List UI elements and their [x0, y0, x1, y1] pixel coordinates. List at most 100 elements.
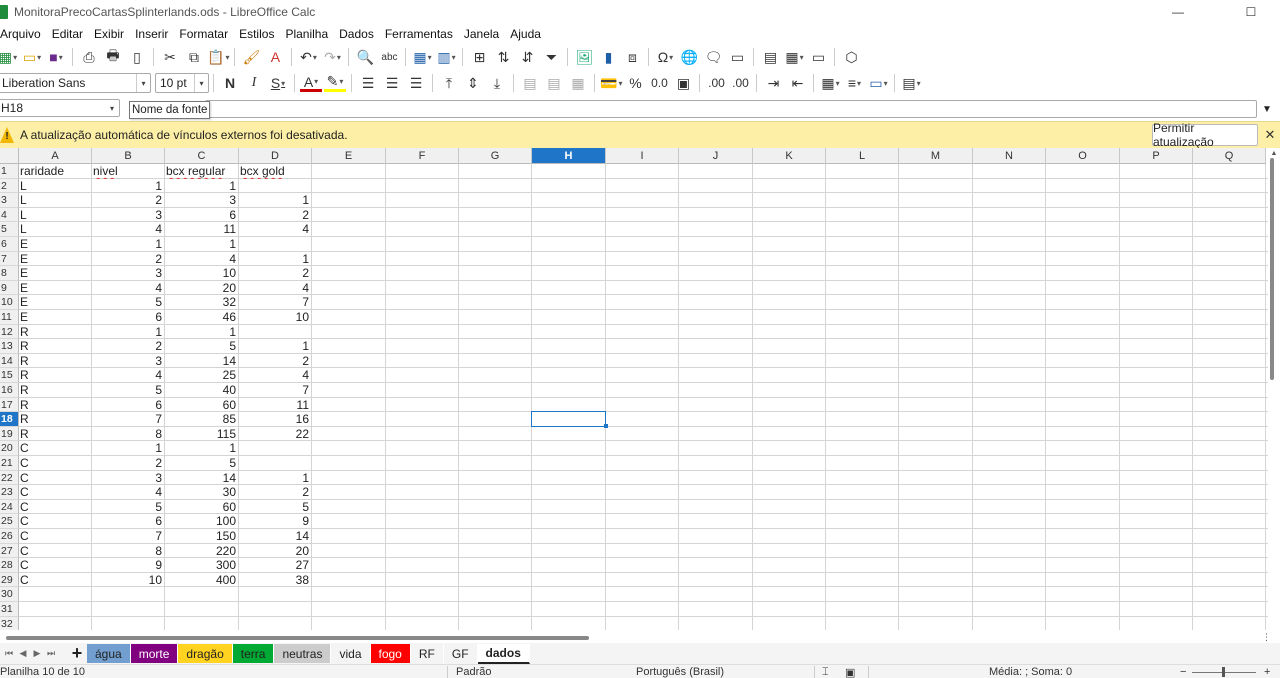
sort-ascending-icon[interactable]: ⇅ [492, 46, 514, 68]
table-cell[interactable]: 85 [165, 412, 238, 427]
table-cell[interactable]: 9 [239, 514, 311, 529]
first-sheet-icon[interactable]: ⏮ [3, 646, 15, 662]
table-cell[interactable]: 4 [165, 252, 238, 267]
table-cell[interactable]: 4 [92, 485, 164, 500]
row-header[interactable]: 26 [0, 529, 19, 544]
column-header-f[interactable]: F [386, 148, 459, 164]
table-cell[interactable]: L [19, 179, 91, 194]
sheet-tab-5[interactable]: neutras [274, 644, 332, 663]
sheet-tab-10[interactable]: dados [477, 643, 530, 664]
table-cell[interactable]: 30 [165, 485, 238, 500]
table-cell[interactable]: L [19, 222, 91, 237]
table-cell[interactable]: 22 [239, 427, 311, 442]
sheet-tab-2[interactable]: morte [130, 644, 179, 663]
table-cell[interactable]: 5 [165, 456, 238, 471]
add-sheet-icon[interactable]: + [67, 643, 87, 663]
row-header[interactable]: 24 [0, 499, 19, 515]
table-cell[interactable]: C [19, 558, 91, 573]
last-sheet-icon[interactable]: ⏭ [45, 646, 57, 662]
table-cell[interactable]: 1 [165, 237, 238, 252]
table-cell[interactable]: 1 [92, 179, 164, 194]
sheet-tab-3[interactable]: dragão [178, 644, 233, 663]
menu-janela[interactable]: Janela [458, 27, 504, 41]
table-cell[interactable]: 115 [165, 427, 238, 442]
clone-formatting-icon[interactable]: 🖌 [240, 46, 262, 68]
shadow-button[interactable]: S ▾ [267, 72, 289, 94]
table-cell[interactable]: 20 [165, 281, 238, 296]
align-left-icon[interactable]: ☰ [357, 72, 379, 94]
table-cell[interactable]: 10 [92, 573, 164, 588]
row-header[interactable]: 19 [0, 426, 19, 442]
insert-image-icon[interactable]: 🖼 [573, 46, 595, 68]
cut-icon[interactable]: ✂ [159, 46, 181, 68]
table-cell[interactable]: 14 [239, 529, 311, 544]
table-cell[interactable]: 6 [92, 310, 164, 325]
border-color-icon[interactable]: ▭ ▾ [867, 72, 889, 94]
table-cell[interactable]: 1 [165, 325, 238, 340]
export-pdf-icon[interactable]: ⎙ [78, 46, 100, 68]
table-cell[interactable] [239, 456, 311, 471]
table-cell[interactable]: C [19, 573, 91, 588]
row-header[interactable]: 13 [0, 339, 19, 354]
wrap-text-icon[interactable]: ▤ [519, 72, 541, 94]
previous-sheet-icon[interactable]: ◀ [17, 646, 29, 662]
column-icon[interactable]: ▥ ▾ [435, 46, 457, 68]
menu-inserir[interactable]: Inserir [129, 27, 173, 41]
table-cell[interactable]: 9 [92, 558, 164, 573]
special-character-icon[interactable]: Ω ▾ [654, 46, 676, 68]
table-cell[interactable]: 1 [239, 339, 311, 354]
table-cell[interactable]: 2 [239, 485, 311, 500]
table-cell[interactable]: 8 [92, 427, 164, 442]
table-cell[interactable]: C [19, 441, 91, 456]
column-header-m[interactable]: M [899, 148, 973, 164]
sheet-tab-4[interactable]: terra [232, 644, 275, 663]
table-cell[interactable]: C [19, 529, 91, 544]
borders-icon[interactable]: ▦ ▾ [819, 72, 841, 94]
print-preview-icon[interactable]: ▯ [126, 46, 148, 68]
table-cell[interactable]: 4 [92, 281, 164, 296]
table-cell[interactable]: 4 [239, 222, 311, 237]
table-cell[interactable]: 300 [165, 558, 238, 573]
italic-button[interactable]: I [243, 72, 265, 94]
table-cell[interactable]: 10 [239, 310, 311, 325]
date-format-icon[interactable]: ▣ [672, 72, 694, 94]
table-cell[interactable]: 5 [239, 500, 311, 515]
table-cell[interactable]: 4 [239, 368, 311, 383]
table-cell[interactable]: 4 [239, 281, 311, 296]
table-cell[interactable]: R [19, 325, 91, 340]
table-cell[interactable]: 38 [239, 573, 311, 588]
row-header[interactable]: 12 [0, 324, 19, 340]
menu-planilha[interactable]: Planilha [279, 27, 333, 41]
zoom-out-button[interactable]: − [1180, 666, 1186, 678]
row-header[interactable]: 8 [0, 266, 19, 281]
table-cell[interactable]: 5 [92, 295, 164, 310]
row-header[interactable]: 1 [0, 164, 19, 179]
row-header[interactable]: 30 [0, 587, 19, 602]
table-cell[interactable]: E [19, 252, 91, 267]
copy-icon[interactable]: ⧉ [183, 46, 205, 68]
table-cell[interactable]: 3 [92, 471, 164, 486]
maximize-button[interactable]: ☐ [1228, 0, 1274, 24]
table-cell[interactable]: 5 [92, 383, 164, 398]
row-header[interactable]: 11 [0, 310, 19, 325]
table-cell[interactable]: 2 [92, 456, 164, 471]
sheet-tab-7[interactable]: fogo [370, 644, 411, 663]
table-cell[interactable]: 8 [92, 544, 164, 559]
align-top-icon[interactable]: ⤒ [438, 72, 460, 94]
table-cell[interactable]: 150 [165, 529, 238, 544]
increase-indent-icon[interactable]: ⇥ [762, 72, 784, 94]
headers-footers-icon[interactable]: ▭ [726, 46, 748, 68]
column-header-p[interactable]: P [1120, 148, 1193, 164]
table-cell[interactable]: 2 [92, 193, 164, 208]
currency-format-icon[interactable]: 💳 ▾ [600, 72, 622, 94]
row-header[interactable]: 4 [0, 207, 19, 223]
row-header[interactable]: 10 [0, 295, 19, 310]
table-cell[interactable]: 5 [165, 339, 238, 354]
conditional-format-icon[interactable]: ▤ ▾ [900, 72, 922, 94]
select-all-corner[interactable] [0, 148, 19, 164]
table-cell[interactable]: 40 [165, 383, 238, 398]
menu-estilos[interactable]: Estilos [233, 27, 279, 41]
table-cell[interactable]: C [19, 500, 91, 515]
add-decimal-button[interactable]: .00 [705, 72, 727, 94]
table-cell[interactable]: C [19, 471, 91, 486]
